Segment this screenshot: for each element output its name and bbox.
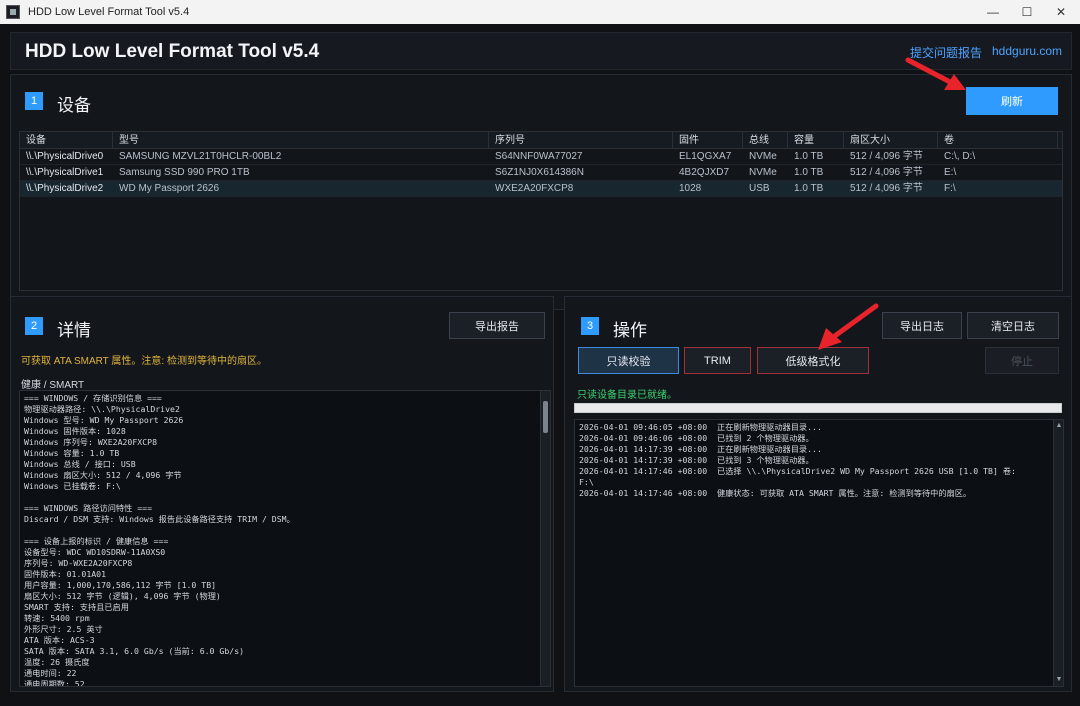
table-cell: NVMe (749, 167, 777, 178)
smart-warning-text: 可获取 ATA SMART 属性。注意: 检测到等待中的扇区。 (21, 356, 267, 367)
annotation-arrow-format (818, 303, 879, 350)
app-icon (6, 5, 20, 19)
table-cell: \\.\PhysicalDrive1 (26, 167, 104, 178)
website-link[interactable]: hddguru.com (992, 44, 1062, 58)
step-badge-1: 1 (25, 92, 43, 110)
column-header[interactable]: 固件 (673, 132, 743, 148)
table-cell: Samsung SSD 990 PRO 1TB (119, 167, 250, 178)
clear-log-button[interactable]: 清空日志 (967, 312, 1059, 339)
details-text-area[interactable]: === WINDOWS / 存储识别信息 === 物理驱动器路径: \\.\Ph… (19, 390, 551, 687)
read-only-verify-button[interactable]: 只读校验 (578, 347, 679, 374)
details-scrollbar[interactable] (540, 391, 550, 686)
annotation-arrow-refresh (905, 57, 966, 90)
devices-title: 设备 (57, 96, 91, 115)
table-row[interactable]: \\.\PhysicalDrive0 SAMSUNG MZVL21T0HCLR-0… (20, 149, 1062, 165)
table-cell: 1.0 TB (794, 167, 824, 178)
column-header[interactable]: 扇区大小 (844, 132, 938, 148)
log-scrollbar[interactable]: ▲ ▼ (1053, 420, 1063, 686)
log-text-area[interactable]: 2026-04-01 09:46:05 +08:00 正在刷新物理驱动器目录..… (574, 419, 1064, 687)
table-cell: 1.0 TB (794, 183, 824, 194)
device-table-header: 设备 型号 序列号 固件 总线 容量 扇区大小 卷 (20, 132, 1062, 149)
details-scroll-thumb[interactable] (543, 401, 548, 433)
app-window: HDD Low Level Format Tool v5.4 提交问题报告 hd… (0, 24, 1080, 706)
stop-button[interactable]: 停止 (985, 347, 1059, 374)
table-cell: S64NNF0WA77027 (495, 151, 583, 162)
step-badge-3: 3 (581, 317, 599, 335)
export-report-button[interactable]: 导出报告 (449, 312, 545, 339)
table-cell: 1.0 TB (794, 151, 824, 162)
column-header[interactable]: 总线 (743, 132, 788, 148)
table-cell: EL1QGXA7 (679, 151, 732, 162)
table-cell: SAMSUNG MZVL21T0HCLR-00BL2 (119, 151, 282, 162)
window-titlebar: HDD Low Level Format Tool v5.4 — ☐ ✕ (0, 0, 1080, 24)
status-text: 只读设备目录已就绪。 (577, 390, 677, 401)
details-panel: 2 详情 导出报告 可获取 ATA SMART 属性。注意: 检测到等待中的扇区… (10, 296, 554, 692)
column-header[interactable]: 容量 (788, 132, 844, 148)
devices-panel: 1 设备 刷新 设备 型号 序列号 固件 总线 容量 扇区大小 卷 \\.\Ph… (10, 74, 1072, 310)
column-header[interactable]: 型号 (113, 132, 489, 148)
operations-title: 操作 (613, 321, 647, 340)
device-table-body: \\.\PhysicalDrive0 SAMSUNG MZVL21T0HCLR-0… (20, 149, 1062, 197)
table-cell: WXE2A20FXCP8 (495, 183, 574, 194)
table-cell: \\.\PhysicalDrive2 (26, 183, 104, 194)
health-smart-label: 健康 / SMART (21, 380, 85, 391)
table-row[interactable]: \\.\PhysicalDrive1 Samsung SSD 990 PRO 1T… (20, 165, 1062, 181)
table-cell: 512 / 4,096 字节 (850, 151, 923, 162)
scroll-down-arrow-icon[interactable]: ▼ (1054, 675, 1064, 685)
device-table: 设备 型号 序列号 固件 总线 容量 扇区大小 卷 \\.\PhysicalDr… (19, 131, 1063, 291)
table-cell: 4B2QJXD7 (679, 167, 730, 178)
column-header[interactable]: 设备 (20, 132, 113, 148)
window-title: HDD Low Level Format Tool v5.4 (28, 6, 190, 18)
table-cell: S6Z1NJ0X614386N (495, 167, 584, 178)
column-header[interactable]: 序列号 (489, 132, 673, 148)
app-title: HDD Low Level Format Tool v5.4 (25, 41, 320, 62)
table-cell: \\.\PhysicalDrive0 (26, 151, 104, 162)
table-cell: NVMe (749, 151, 777, 162)
table-cell: WD My Passport 2626 (119, 183, 220, 194)
table-row[interactable]: \\.\PhysicalDrive2 WD My Passport 2626 WXE… (20, 181, 1062, 197)
table-cell: 512 / 4,096 字节 (850, 183, 923, 194)
table-cell: E:\ (944, 167, 957, 178)
minimize-button[interactable]: — (976, 0, 1010, 24)
close-button[interactable]: ✕ (1044, 0, 1078, 24)
maximize-button[interactable]: ☐ (1010, 0, 1044, 24)
scroll-up-arrow-icon[interactable]: ▲ (1054, 421, 1064, 431)
table-cell: USB (749, 183, 770, 194)
table-cell: 1028 (679, 183, 702, 194)
table-cell: F:\ (944, 183, 956, 194)
progress-bar (574, 403, 1062, 413)
table-cell: C:\, D:\ (944, 151, 976, 162)
trim-button[interactable]: TRIM (684, 347, 751, 374)
step-badge-2: 2 (25, 317, 43, 335)
details-title: 详情 (57, 321, 91, 340)
column-header[interactable]: 卷 (938, 132, 1058, 148)
export-log-button[interactable]: 导出日志 (882, 312, 962, 339)
table-cell: 512 / 4,096 字节 (850, 167, 923, 178)
